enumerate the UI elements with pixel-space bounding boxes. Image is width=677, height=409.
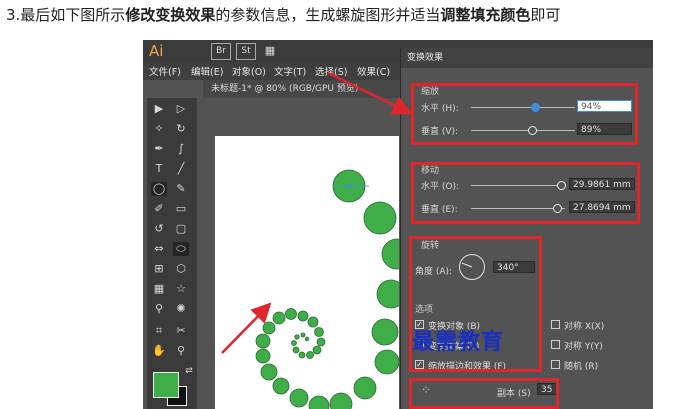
watermark-text: 最需教育 <box>412 329 505 355</box>
arrow-to-spiral <box>221 302 272 354</box>
arrow-to-dialog <box>327 71 413 115</box>
annotation-arrows <box>221 71 413 354</box>
